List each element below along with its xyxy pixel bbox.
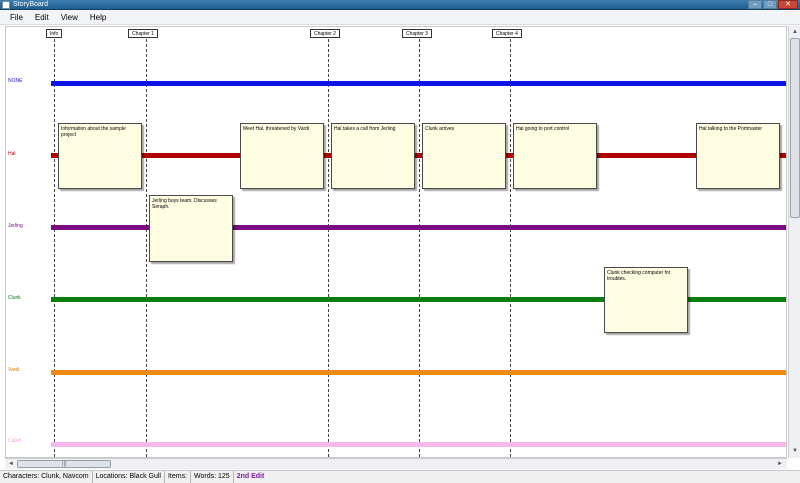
story-card[interactable]: Meet Hal, threatened by Vardi: [240, 123, 324, 189]
lane-label-caled: Caled: [8, 438, 22, 444]
lane-line-hal[interactable]: [51, 153, 786, 158]
title-bar: StoryBoard – □ ✕: [0, 0, 800, 10]
lane-label-none: NONE: [8, 78, 23, 84]
minimize-button[interactable]: –: [748, 0, 762, 9]
window-controls: – □ ✕: [748, 0, 798, 9]
menu-help[interactable]: Help: [84, 10, 112, 25]
status-edit-badge: 2nd Edit: [236, 473, 265, 480]
chapter-label-4[interactable]: Chapter 4: [492, 29, 522, 38]
menu-bar: File Edit View Help: [0, 10, 800, 25]
maximize-button[interactable]: □: [763, 0, 777, 9]
grip-icon: |||: [62, 461, 67, 467]
status-characters: Characters: Clunk, Navcom: [0, 471, 93, 483]
scroll-left-icon[interactable]: ◄: [6, 459, 16, 469]
chapter-label-1[interactable]: Chapter 1: [128, 29, 158, 38]
story-card[interactable]: Hal takes a call from Jerling: [331, 123, 415, 189]
story-card[interactable]: Jerling buys team. Discusses Seraph.: [149, 195, 233, 262]
lane-line-caled[interactable]: [51, 442, 786, 447]
lane-label-vardi: Vardi: [8, 367, 20, 373]
chapter-label-3[interactable]: Chapter 3: [402, 29, 432, 38]
app-icon: [2, 1, 10, 9]
status-bar: Characters: Clunk, Navcom Locations: Bla…: [0, 470, 800, 483]
menu-edit[interactable]: Edit: [29, 10, 55, 25]
story-card[interactable]: Information about the sample project: [58, 123, 142, 189]
lane-line-none[interactable]: [51, 81, 786, 86]
chapter-line-2: [328, 34, 329, 457]
close-button[interactable]: ✕: [778, 0, 798, 9]
lane-line-vardi[interactable]: [51, 370, 786, 375]
status-locations: Locations: Black Gull: [93, 471, 165, 483]
scroll-down-icon[interactable]: ▼: [790, 446, 800, 456]
story-card[interactable]: Hal talking to the Portmaster: [696, 123, 780, 189]
chapter-line-4: [510, 34, 511, 457]
menu-view[interactable]: View: [55, 10, 84, 25]
lane-label-jerling: Jerling: [8, 223, 23, 229]
chapter-label-2[interactable]: Chapter 2: [310, 29, 340, 38]
horizontal-scroll-thumb[interactable]: |||: [17, 460, 111, 468]
lane-label-hal: Hal: [8, 151, 16, 157]
chapter-line-1: [146, 34, 147, 457]
chapter-line-3: [419, 34, 420, 457]
status-words: Words: 125: [191, 471, 234, 483]
story-card[interactable]: Hal going to port control: [513, 123, 597, 189]
chapter-line-info: [54, 34, 55, 457]
chapter-label-info[interactable]: Info: [46, 29, 63, 38]
story-card[interactable]: Clunk arrives: [422, 123, 506, 189]
status-items: Items:: [165, 471, 192, 483]
lane-label-clunk: Clunk: [8, 295, 21, 301]
scroll-right-icon[interactable]: ►: [775, 459, 785, 469]
story-card[interactable]: Clunk checking computer for troubles.: [604, 267, 688, 333]
vertical-scroll-thumb[interactable]: [790, 38, 800, 218]
storyboard-canvas[interactable]: Info Chapter 1 Chapter 2 Chapter 3 Chapt…: [5, 26, 787, 458]
window-title: StoryBoard: [13, 1, 49, 8]
vertical-scrollbar[interactable]: ▲ ▼: [788, 26, 800, 458]
menu-file[interactable]: File: [4, 10, 29, 25]
scroll-up-icon[interactable]: ▲: [790, 27, 800, 37]
horizontal-scrollbar[interactable]: ◄ ||| ►: [5, 458, 787, 469]
